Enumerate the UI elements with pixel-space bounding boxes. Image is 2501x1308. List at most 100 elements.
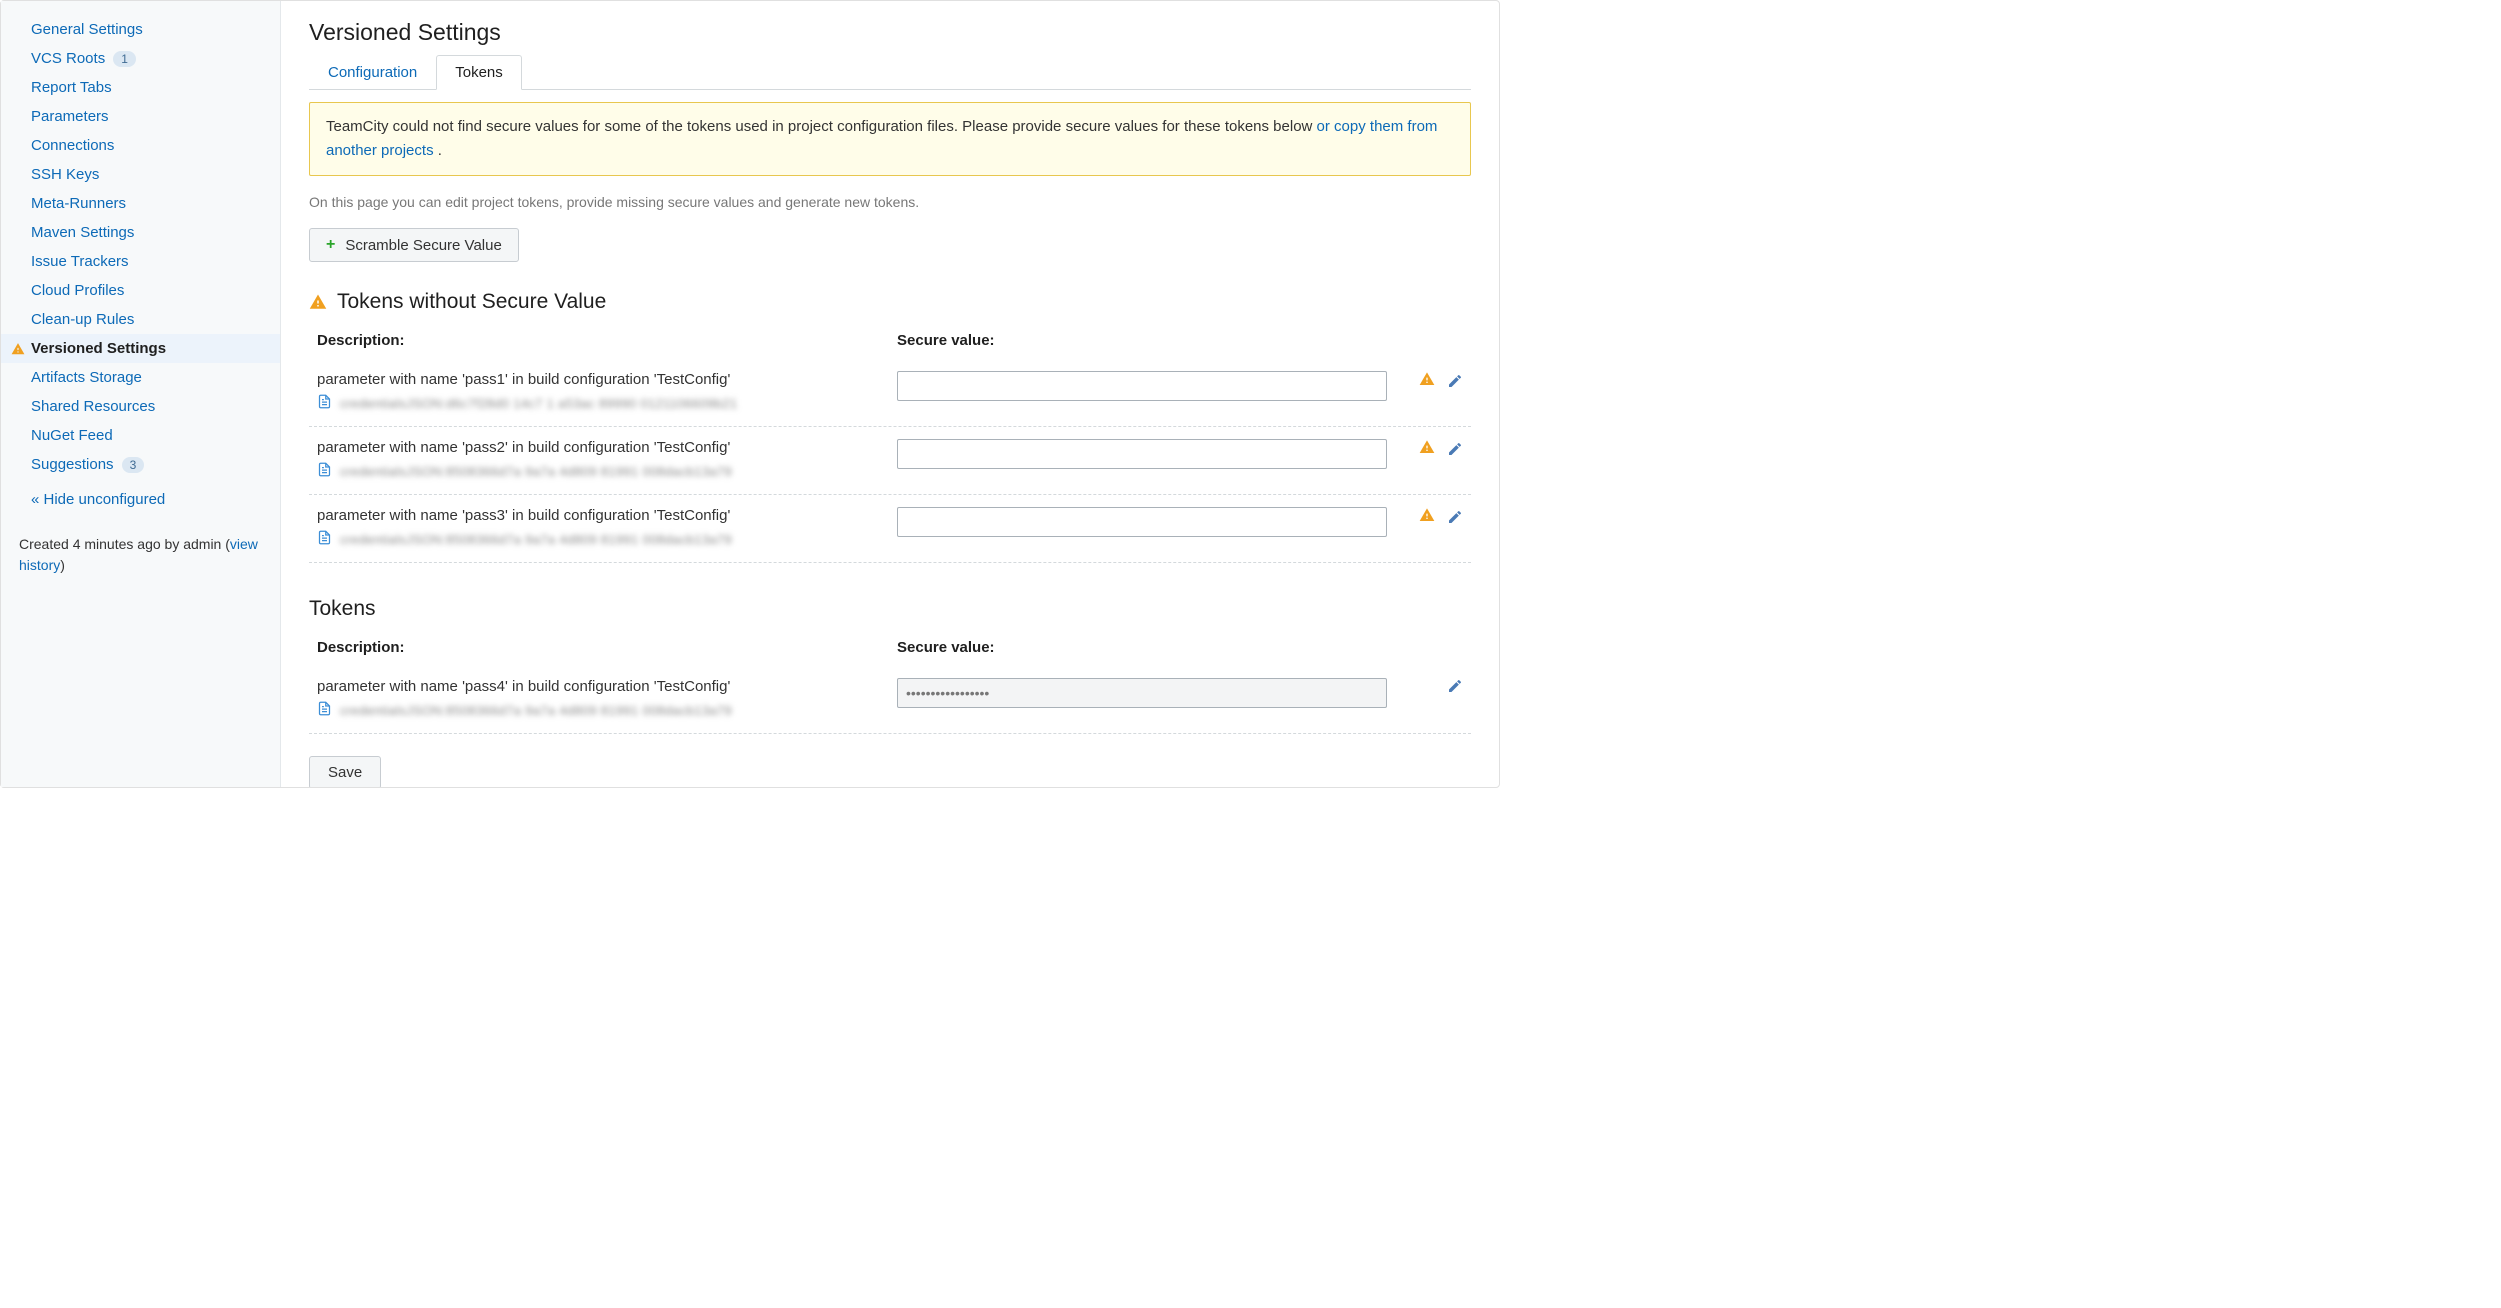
token-description: parameter with name 'pass1' in build con…: [317, 371, 897, 412]
secure-value-input[interactable]: [897, 507, 1387, 537]
main-content: Versioned Settings ConfigurationTokens T…: [281, 1, 1499, 787]
column-description: Description:: [317, 332, 897, 349]
token-actions: [1399, 439, 1463, 458]
token-credential: credentialsJSON:8508366d7a 9a7a 4d809 81…: [317, 701, 897, 719]
sidebar-item-label: General Settings: [31, 21, 143, 38]
token-actions: [1399, 507, 1463, 526]
sidebar-item-versioned-settings[interactable]: Versioned Settings: [1, 334, 280, 363]
tokens-present-list: parameter with name 'pass4' in build con…: [309, 666, 1471, 734]
sidebar-item-maven-settings[interactable]: Maven Settings: [1, 218, 280, 247]
edit-icon[interactable]: [1447, 509, 1463, 525]
token-credential: credentialsJSON:8508366d7a 9a7a 4d809 81…: [317, 462, 897, 480]
token-row: parameter with name 'pass4' in build con…: [309, 666, 1471, 734]
column-secure-value: Secure value:: [897, 639, 1399, 656]
token-table-header: Description: Secure value:: [309, 324, 1471, 359]
token-description-text: parameter with name 'pass3' in build con…: [317, 507, 897, 524]
sidebar-item-general-settings[interactable]: General Settings: [1, 15, 280, 44]
sidebar-item-cloud-profiles[interactable]: Cloud Profiles: [1, 276, 280, 305]
secure-value-input[interactable]: [897, 439, 1387, 469]
token-input-wrapper: [897, 439, 1387, 469]
token-description: parameter with name 'pass4' in build con…: [317, 678, 897, 719]
sidebar-item-label: VCS Roots: [31, 50, 105, 67]
document-icon: [317, 530, 332, 548]
warning-icon: [11, 342, 25, 356]
save-button[interactable]: Save: [309, 756, 381, 787]
sidebar-item-artifacts-storage[interactable]: Artifacts Storage: [1, 363, 280, 392]
token-table-header: Description: Secure value:: [309, 631, 1471, 666]
tabs: ConfigurationTokens: [309, 54, 1471, 90]
scramble-button-label: Scramble Secure Value: [345, 237, 501, 254]
edit-icon[interactable]: [1447, 678, 1463, 694]
token-row: parameter with name 'pass1' in build con…: [309, 359, 1471, 427]
secure-value-input[interactable]: [897, 371, 1387, 401]
warning-icon: [1419, 371, 1435, 390]
hide-unconfigured-link[interactable]: « Hide unconfigured: [1, 479, 280, 514]
alert-banner: TeamCity could not find secure values fo…: [309, 102, 1471, 176]
sidebar-item-label: NuGet Feed: [31, 427, 113, 444]
tokens-missing-list: parameter with name 'pass1' in build con…: [309, 359, 1471, 563]
sidebar-item-meta-runners[interactable]: Meta-Runners: [1, 189, 280, 218]
sidebar-item-label: Versioned Settings: [31, 340, 166, 357]
token-actions: [1399, 371, 1463, 390]
scramble-secure-value-button[interactable]: + Scramble Secure Value: [309, 228, 519, 262]
warning-icon: [1419, 507, 1435, 526]
page-title: Versioned Settings: [309, 19, 1471, 46]
token-input-wrapper: [897, 507, 1387, 537]
sidebar-item-label: Suggestions: [31, 456, 114, 473]
secure-value-input: [897, 678, 1387, 708]
sidebar-item-label: Parameters: [31, 108, 109, 125]
warning-icon: [1419, 439, 1435, 458]
sidebar-item-report-tabs[interactable]: Report Tabs: [1, 73, 280, 102]
document-icon: [317, 462, 332, 480]
warning-icon: [309, 293, 327, 311]
token-input-wrapper: [897, 678, 1387, 708]
token-input-wrapper: [897, 371, 1387, 401]
sidebar-item-label: Shared Resources: [31, 398, 155, 415]
alert-period: .: [434, 142, 442, 159]
token-credential-id: credentialsJSON:8508366d7a 9a7a 4d809 81…: [340, 703, 732, 718]
sidebar-item-parameters[interactable]: Parameters: [1, 102, 280, 131]
edit-icon[interactable]: [1447, 373, 1463, 389]
sidebar-item-label: SSH Keys: [31, 166, 99, 183]
sidebar: General Settings VCS Roots 1Report Tabs Par…: [1, 1, 281, 787]
sidebar-item-shared-resources[interactable]: Shared Resources: [1, 392, 280, 421]
sidebar-item-label: Artifacts Storage: [31, 369, 142, 386]
token-actions: [1399, 678, 1463, 694]
count-badge: 3: [122, 457, 145, 473]
section-title-text: Tokens: [309, 597, 376, 621]
sidebar-item-clean-up-rules[interactable]: Clean-up Rules: [1, 305, 280, 334]
column-secure-value: Secure value:: [897, 332, 1399, 349]
sidebar-item-label: Maven Settings: [31, 224, 134, 241]
token-row: parameter with name 'pass2' in build con…: [309, 427, 1471, 495]
token-description-text: parameter with name 'pass2' in build con…: [317, 439, 897, 456]
plus-icon: +: [326, 236, 335, 254]
sidebar-meta-text-post: ): [60, 557, 65, 573]
sidebar-item-issue-trackers[interactable]: Issue Trackers: [1, 247, 280, 276]
help-text: On this page you can edit project tokens…: [309, 194, 1471, 210]
token-credential: credentialsJSON:d6c7f28d0 14c7 1 a53ac 8…: [317, 394, 897, 412]
sidebar-list: General Settings VCS Roots 1Report Tabs Par…: [1, 15, 280, 479]
alert-text: TeamCity could not find secure values fo…: [326, 118, 1317, 135]
sidebar-item-suggestions[interactable]: Suggestions 3: [1, 450, 280, 479]
count-badge: 1: [113, 51, 136, 67]
section-tokens-heading: Tokens: [309, 597, 1471, 621]
token-description: parameter with name 'pass3' in build con…: [317, 507, 897, 548]
token-credential-id: credentialsJSON:d6c7f28d0 14c7 1 a53ac 8…: [340, 396, 737, 411]
sidebar-item-label: Report Tabs: [31, 79, 112, 96]
sidebar-item-ssh-keys[interactable]: SSH Keys: [1, 160, 280, 189]
tab-tokens[interactable]: Tokens: [436, 55, 522, 90]
token-credential: credentialsJSON:8508366d7a 9a7a 4d809 81…: [317, 530, 897, 548]
edit-icon[interactable]: [1447, 441, 1463, 457]
sidebar-item-label: Issue Trackers: [31, 253, 129, 270]
tab-configuration[interactable]: Configuration: [309, 55, 436, 90]
token-row: parameter with name 'pass3' in build con…: [309, 495, 1471, 563]
sidebar-item-nuget-feed[interactable]: NuGet Feed: [1, 421, 280, 450]
sidebar-item-label: Clean-up Rules: [31, 311, 134, 328]
sidebar-item-label: Meta-Runners: [31, 195, 126, 212]
column-description: Description:: [317, 639, 897, 656]
document-icon: [317, 701, 332, 719]
sidebar-item-vcs-roots[interactable]: VCS Roots 1: [1, 44, 280, 73]
token-credential-id: credentialsJSON:8508366d7a 9a7a 4d809 81…: [340, 532, 732, 547]
sidebar-item-connections[interactable]: Connections: [1, 131, 280, 160]
sidebar-meta-text: Created 4 minutes ago by admin (: [19, 536, 230, 552]
